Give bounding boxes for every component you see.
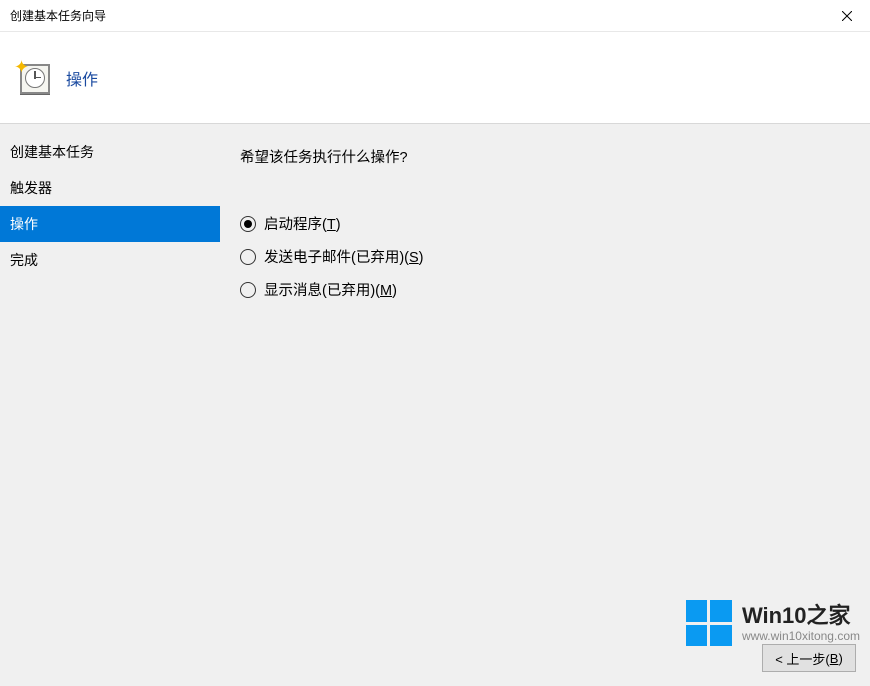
close-icon — [842, 11, 852, 21]
sidebar-item-action[interactable]: 操作 — [0, 206, 220, 242]
radio-label: 启动程序(T) — [264, 213, 341, 234]
radio-icon — [240, 216, 256, 232]
sidebar-item-trigger[interactable]: 触发器 — [0, 170, 220, 206]
wizard-footer: < 上一步(B) — [762, 644, 856, 672]
back-button[interactable]: < 上一步(B) — [762, 644, 856, 672]
sidebar-item-create-task[interactable]: 创建基本任务 — [0, 134, 220, 170]
clock-task-icon: ✦ — [16, 60, 52, 96]
radio-display-message[interactable]: 显示消息(已弃用)(M) — [240, 279, 850, 300]
watermark-url: www.win10xitong.com — [742, 629, 860, 643]
watermark-title: Win10之家 — [742, 603, 860, 629]
radio-send-email[interactable]: 发送电子邮件(已弃用)(S) — [240, 246, 850, 267]
radio-icon — [240, 282, 256, 298]
action-radio-group: 启动程序(T) 发送电子邮件(已弃用)(S) 显示消息(已弃用)(M) — [240, 213, 850, 300]
watermark-text: Win10之家 www.win10xitong.com — [742, 603, 860, 644]
radio-label: 发送电子邮件(已弃用)(S) — [264, 246, 424, 267]
prompt-text: 希望该任务执行什么操作? — [240, 146, 850, 167]
radio-start-program[interactable]: 启动程序(T) — [240, 213, 850, 234]
close-button[interactable] — [824, 0, 870, 32]
page-title: 操作 — [66, 66, 98, 90]
wizard-steps-sidebar: 创建基本任务 触发器 操作 完成 — [0, 124, 220, 686]
sidebar-item-finish[interactable]: 完成 — [0, 242, 220, 278]
titlebar: 创建基本任务向导 — [0, 0, 870, 32]
radio-label: 显示消息(已弃用)(M) — [264, 279, 397, 300]
radio-icon — [240, 249, 256, 265]
window-title: 创建基本任务向导 — [10, 7, 106, 24]
windows-logo-icon — [686, 600, 732, 646]
wizard-header: ✦ 操作 — [0, 32, 870, 124]
